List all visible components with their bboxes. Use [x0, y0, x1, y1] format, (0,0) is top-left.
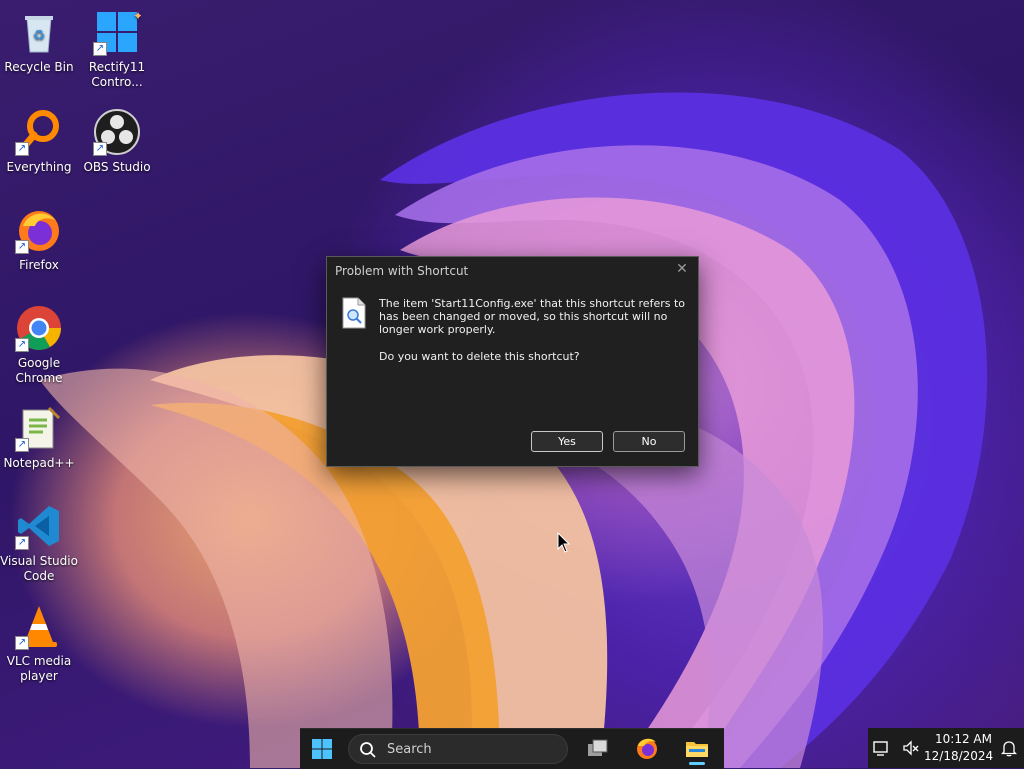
desktop-icon-obs-studio[interactable]: ↗ OBS Studio: [78, 108, 156, 175]
clock-date[interactable]: 12/18/2024: [924, 749, 993, 763]
dialog-title: Problem with Shortcut: [335, 264, 469, 278]
desktop-icon-label: Firefox: [19, 258, 59, 272]
shortcut-arrow-icon: ↗: [93, 42, 107, 56]
notification-bell-icon[interactable]: [1000, 739, 1018, 757]
system-tray: 10:12 AM 12/18/2024: [868, 728, 1024, 768]
svg-text:♻: ♻: [33, 28, 46, 44]
file-explorer-icon[interactable]: [680, 733, 714, 765]
desktop-icon-firefox[interactable]: ↗ Firefox: [0, 206, 78, 273]
rectify11-icon: ✦ ↗: [93, 8, 143, 56]
desktop-icon-label: Notepad++: [3, 456, 75, 470]
desktop-icon-label: Everything: [6, 160, 72, 174]
shortcut-arrow-icon: ↗: [15, 338, 29, 352]
svg-text:✦: ✦: [133, 9, 141, 23]
desktop-icon-label: VLC media player: [6, 654, 72, 683]
firefox-icon: ↗: [15, 206, 63, 254]
search-icon: [360, 742, 376, 758]
desktop-icon-everything[interactable]: ↗ Everything: [0, 108, 78, 175]
network-icon[interactable]: [872, 739, 890, 757]
vlc-icon: ↗: [15, 602, 63, 650]
start-icon[interactable]: [312, 739, 332, 759]
chrome-icon: ↗: [15, 304, 63, 352]
shortcut-arrow-icon: ↗: [15, 240, 29, 254]
desktop-icon-label: Visual Studio Code: [0, 554, 78, 583]
no-button[interactable]: No: [613, 431, 685, 452]
vscode-icon: ↗: [15, 502, 63, 550]
desktop-icon-label: Rectify11 Contro...: [88, 60, 146, 89]
dialog-message: The item 'Start11Config.exe' that this s…: [379, 297, 686, 336]
desktop-icon-recycle-bin[interactable]: ♻ Recycle Bin: [0, 8, 78, 75]
volume-muted-icon[interactable]: [902, 739, 920, 757]
shortcut-arrow-icon: ↗: [15, 536, 29, 550]
notepad-plus-plus-icon: ↗: [15, 404, 63, 452]
mouse-cursor-icon: [557, 532, 571, 553]
shortcut-arrow-icon: ↗: [15, 636, 29, 650]
firefox-icon[interactable]: [630, 733, 664, 765]
taskbar: Search: [300, 728, 724, 769]
desktop-icon-label: OBS Studio: [83, 160, 151, 174]
desktop-icon-label: Google Chrome: [15, 356, 63, 385]
search-placeholder: Search: [387, 742, 432, 757]
obs-studio-icon: ↗: [93, 108, 141, 156]
yes-button[interactable]: Yes: [531, 431, 603, 452]
desktop-icon-vlc[interactable]: ↗ VLC media player: [0, 602, 78, 684]
close-icon[interactable]: ✕: [674, 261, 690, 277]
desktop-icon-google-chrome[interactable]: ↗ Google Chrome: [0, 304, 78, 386]
shortcut-arrow-icon: ↗: [15, 438, 29, 452]
desktop-icon-rectify11[interactable]: ✦ ↗ Rectify11 Contro...: [78, 8, 156, 90]
desktop-icon-label: Recycle Bin: [4, 60, 74, 74]
task-view-icon[interactable]: [580, 733, 614, 765]
shortcut-arrow-icon: ↗: [15, 142, 29, 156]
shortcut-arrow-icon: ↗: [93, 142, 107, 156]
clock-time[interactable]: 10:12 AM: [928, 732, 992, 746]
recycle-bin-icon: ♻: [15, 8, 63, 56]
dialog-question: Do you want to delete this shortcut?: [379, 350, 580, 363]
problem-with-shortcut-dialog: Problem with Shortcut ✕ The item 'Start1…: [326, 256, 699, 467]
search-box[interactable]: Search: [348, 734, 568, 764]
desktop-icon-visual-studio-code[interactable]: ↗ Visual Studio Code: [0, 502, 78, 584]
everything-icon: ↗: [15, 108, 63, 156]
desktop-icon-notepad-plus-plus[interactable]: ↗ Notepad++: [0, 404, 78, 471]
document-search-icon: [341, 297, 367, 329]
